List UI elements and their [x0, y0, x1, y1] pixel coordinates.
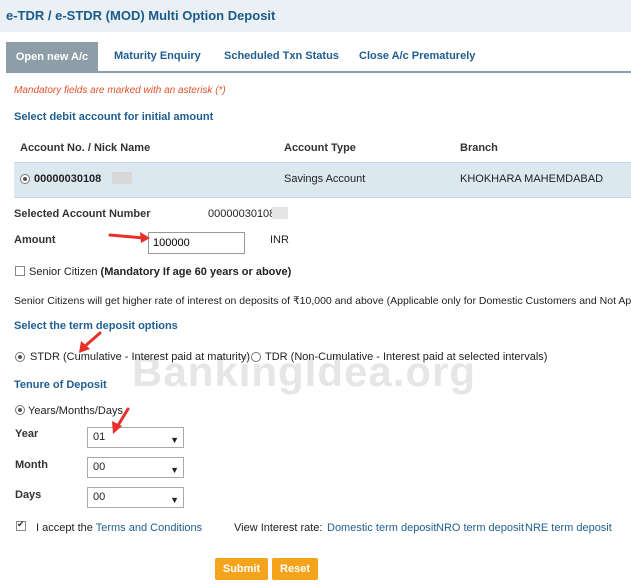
debit-section-title: Select debit account for initial amount [14, 111, 214, 123]
mandatory-note: Mandatory fields are marked with an aste… [14, 85, 226, 96]
amount-unit: INR [270, 234, 289, 246]
days-label: Days [15, 489, 42, 501]
branch-name: KHOKHARA MAHEMDABAD [460, 173, 604, 185]
tab-scheduled-txn-status[interactable]: Scheduled Txn Status [224, 42, 339, 71]
senior-note: (Mandatory If age 60 years or above) [100, 266, 292, 278]
terms-checkbox[interactable] [16, 519, 26, 531]
red-arrow-icon [79, 331, 102, 353]
tdr-radio[interactable] [251, 352, 261, 362]
month-select[interactable]: 00 ▼ [87, 457, 184, 478]
stdr-label: STDR (Cumulative - Interest paid at matu… [30, 351, 251, 363]
submit-button[interactable]: Submit [215, 558, 268, 580]
tab-open-new-ac[interactable]: Open new A/c [6, 42, 98, 71]
dropdown-arrow-icon: ▼ [170, 465, 179, 475]
ymd-radio[interactable] [15, 405, 25, 415]
red-arrow-icon [112, 407, 130, 434]
terms-text: I accept the Terms and Conditions [36, 522, 202, 534]
masked-digits [112, 172, 132, 184]
month-value: 00 [93, 461, 106, 473]
tab-underline [6, 71, 631, 73]
selected-account-label: Selected Account Number [14, 208, 151, 220]
masked-digits [272, 207, 288, 219]
tenure-section-title: Tenure of Deposit [14, 379, 107, 391]
senior-citizen-checkbox[interactable] [15, 266, 25, 276]
account-type: Savings Account [284, 173, 366, 185]
page-header: e-TDR / e-STDR (MOD) Multi Option Deposi… [0, 0, 631, 32]
stdr-radio[interactable] [15, 352, 25, 362]
nro-term-link[interactable]: NRO term deposit [436, 522, 524, 534]
nre-term-link[interactable]: NRE term deposit [525, 522, 612, 534]
terms-link[interactable]: Terms and Conditions [96, 522, 202, 534]
senior-label: Senior Citizen [29, 266, 98, 278]
month-label: Month [15, 459, 48, 471]
account-radio[interactable] [20, 174, 30, 184]
days-select[interactable]: 00 ▼ [87, 487, 184, 508]
red-arrow-icon [108, 232, 150, 243]
senior-citizen-label: Senior Citizen (Mandatory If age 60 year… [29, 266, 291, 278]
senior-info: Senior Citizens will get higher rate of … [14, 295, 631, 307]
year-value: 01 [93, 431, 106, 443]
tdr-label: TDR (Non-Cumulative - Interest paid at s… [265, 351, 548, 363]
dropdown-arrow-icon: ▼ [170, 495, 179, 505]
selected-account-value: 00000030108 [208, 208, 276, 220]
page-title: e-TDR / e-STDR (MOD) Multi Option Deposi… [6, 8, 276, 23]
days-value: 00 [93, 491, 106, 503]
amount-input[interactable] [148, 232, 245, 254]
tab-close-ac-prematurely[interactable]: Close A/c Prematurely [359, 42, 475, 71]
year-select[interactable]: 01 ▼ [87, 427, 184, 448]
terms-prefix: I accept the [36, 522, 93, 534]
col-header-account: Account No. / Nick Name [20, 142, 151, 154]
domestic-term-link[interactable]: Domestic term deposit [327, 522, 436, 534]
tab-maturity-enquiry[interactable]: Maturity Enquiry [114, 42, 201, 71]
interest-label: View Interest rate: [234, 522, 323, 534]
col-header-branch: Branch [460, 142, 498, 154]
account-number: 00000030108 [34, 173, 102, 185]
year-label: Year [15, 428, 39, 440]
dropdown-arrow-icon: ▼ [170, 435, 179, 445]
amount-label: Amount [14, 234, 56, 246]
col-header-type: Account Type [284, 142, 356, 154]
reset-button[interactable]: Reset [272, 558, 318, 580]
